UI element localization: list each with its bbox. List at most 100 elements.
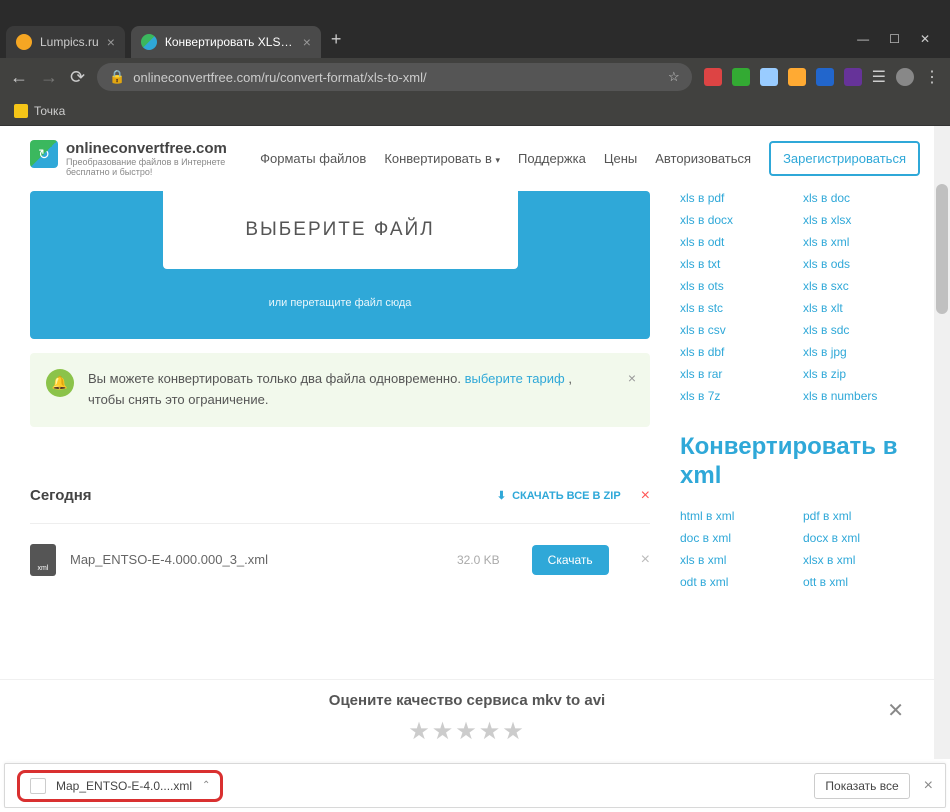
- downloads-bar: Map_ENTSO-E-4.0....xml ⌃ Показать все ×: [4, 763, 946, 808]
- format-link[interactable]: xls в 7z: [680, 389, 787, 403]
- format-link[interactable]: pdf в xml: [803, 509, 910, 523]
- format-link[interactable]: docx в xml: [803, 531, 910, 545]
- format-link[interactable]: xls в jpg: [803, 345, 910, 359]
- browser-title-bar: Lumpics.ru × Конвертировать XLS в XML он…: [0, 20, 950, 58]
- nav-support[interactable]: Поддержка: [518, 151, 586, 166]
- favicon-icon: [141, 34, 157, 50]
- close-window-button[interactable]: ✕: [920, 32, 930, 46]
- select-file-button[interactable]: ВЫБЕРИТЕ ФАЙЛ: [163, 191, 518, 269]
- reading-list-icon[interactable]: ☰: [872, 67, 886, 87]
- format-link[interactable]: html в xml: [680, 509, 787, 523]
- bookmarks-bar: Точка: [0, 96, 950, 126]
- nav-formats[interactable]: Форматы файлов: [260, 151, 366, 166]
- format-link[interactable]: xls в zip: [803, 367, 910, 381]
- tab-title: Конвертировать XLS в XML онл: [165, 35, 295, 49]
- format-link[interactable]: xls в stc: [680, 301, 787, 315]
- close-icon[interactable]: ×: [924, 777, 933, 795]
- close-icon[interactable]: ×: [641, 551, 650, 569]
- tariff-link[interactable]: выберите тариф: [465, 371, 565, 386]
- format-link[interactable]: xls в csv: [680, 323, 787, 337]
- close-icon[interactable]: ×: [303, 34, 311, 50]
- format-link[interactable]: xls в xlsx: [803, 213, 910, 227]
- reload-button[interactable]: ⟳: [70, 67, 85, 88]
- scrollbar[interactable]: [934, 126, 950, 759]
- tab-title: Lumpics.ru: [40, 35, 99, 49]
- show-all-button[interactable]: Показать все: [814, 773, 909, 799]
- section-title: Сегодня: [30, 487, 92, 504]
- notice-text: Вы можете конвертировать только два файл…: [88, 369, 610, 411]
- format-link[interactable]: odt в xml: [680, 575, 787, 589]
- ext-icon[interactable]: [844, 68, 862, 86]
- format-link[interactable]: xls в dbf: [680, 345, 787, 359]
- folder-icon: [14, 104, 28, 118]
- download-filename: Map_ENTSO-E-4.0....xml: [56, 779, 192, 793]
- avatar-icon[interactable]: [896, 68, 914, 86]
- star-icon[interactable]: ☆: [668, 69, 680, 85]
- download-button[interactable]: Скачать: [532, 545, 609, 575]
- upload-area[interactable]: ВЫБЕРИТЕ ФАЙЛ или перетащите файл сюда: [30, 191, 650, 339]
- format-link[interactable]: xls в rar: [680, 367, 787, 381]
- format-link[interactable]: xls в ods: [803, 257, 910, 271]
- rating-title: Оцените качество сервиса mkv to avi: [0, 692, 934, 709]
- ext-icon[interactable]: [816, 68, 834, 86]
- format-links-1: xls в pdf xls в doc xls в docx xls в xlsx xl…: [680, 191, 910, 403]
- tab-lumpics[interactable]: Lumpics.ru ×: [6, 26, 125, 58]
- nav-login[interactable]: Авторизоваться: [655, 151, 751, 166]
- format-link[interactable]: xls в docx: [680, 213, 787, 227]
- nav-convert[interactable]: Конвертировать в ▾: [384, 151, 500, 166]
- forward-button[interactable]: →: [40, 67, 58, 88]
- lock-icon: 🔒: [109, 69, 125, 85]
- format-link[interactable]: xls в odt: [680, 235, 787, 249]
- close-icon[interactable]: ×: [628, 367, 636, 389]
- format-link[interactable]: xls в numbers: [803, 389, 910, 403]
- scrollbar-thumb[interactable]: [936, 184, 948, 314]
- format-link[interactable]: xls в xml: [680, 553, 787, 567]
- ext-icon[interactable]: [760, 68, 778, 86]
- new-tab-button[interactable]: +: [331, 29, 342, 50]
- file-row: xml Map_ENTSO-E-4.000.000_3_.xml 32.0 KB…: [30, 523, 650, 596]
- format-link[interactable]: xls в sdc: [803, 323, 910, 337]
- main-nav: Форматы файлов Конвертировать в ▾ Поддер…: [260, 141, 920, 176]
- sidebar-heading: Конвертировать в xml: [680, 433, 910, 491]
- format-link[interactable]: xlsx в xml: [803, 553, 910, 567]
- format-link[interactable]: xls в pdf: [680, 191, 787, 205]
- format-link[interactable]: xls в xlt: [803, 301, 910, 315]
- extensions: ☰ ⋮: [704, 67, 940, 87]
- tab-onlineconvert[interactable]: Конвертировать XLS в XML онл ×: [131, 26, 321, 58]
- logo-title: onlineconvertfree.com: [66, 140, 236, 157]
- ext-icon[interactable]: [732, 68, 750, 86]
- favicon-icon: [16, 34, 32, 50]
- chevron-down-icon: ▾: [495, 155, 500, 165]
- format-link[interactable]: xls в doc: [803, 191, 910, 205]
- download-all-zip-link[interactable]: ⬇ СКАЧАТЬ ВСЕ В ZIP: [497, 489, 621, 502]
- close-icon[interactable]: ×: [641, 487, 650, 505]
- close-icon[interactable]: ✕: [887, 698, 904, 723]
- file-size: 32.0 KB: [457, 553, 500, 567]
- format-link[interactable]: xls в txt: [680, 257, 787, 271]
- format-link[interactable]: ott в xml: [803, 575, 910, 589]
- back-button[interactable]: ←: [10, 67, 28, 88]
- download-item[interactable]: Map_ENTSO-E-4.0....xml ⌃: [17, 770, 223, 802]
- site-header: ↻ onlineconvertfree.com Преобразование ф…: [0, 126, 950, 191]
- file-name: Map_ENTSO-E-4.000.000_3_.xml: [70, 552, 443, 567]
- rating-panel: Оцените качество сервиса mkv to avi ★★★★…: [0, 679, 934, 759]
- ext-icon[interactable]: [704, 68, 722, 86]
- minimize-button[interactable]: —: [857, 32, 869, 46]
- format-link[interactable]: doc в xml: [680, 531, 787, 545]
- menu-icon[interactable]: ⋮: [924, 67, 940, 87]
- format-link[interactable]: xls в sxc: [803, 279, 910, 293]
- nav-prices[interactable]: Цены: [604, 151, 637, 166]
- format-link[interactable]: xls в xml: [803, 235, 910, 249]
- ext-icon[interactable]: [788, 68, 806, 86]
- chevron-up-icon[interactable]: ⌃: [202, 780, 210, 791]
- maximize-button[interactable]: ☐: [889, 32, 900, 46]
- format-link[interactable]: xls в ots: [680, 279, 787, 293]
- bookmark-item[interactable]: Точка: [34, 104, 65, 118]
- site-logo[interactable]: ↻ onlineconvertfree.com Преобразование ф…: [30, 140, 236, 177]
- register-button[interactable]: Зарегистрироваться: [769, 141, 920, 176]
- close-icon[interactable]: ×: [107, 34, 115, 50]
- bell-icon: 🔔: [46, 369, 74, 397]
- page-content: ↻ onlineconvertfree.com Преобразование ф…: [0, 126, 950, 759]
- address-input[interactable]: 🔒 onlineconvertfree.com/ru/convert-forma…: [97, 63, 692, 91]
- rating-stars[interactable]: ★★★★★: [0, 717, 934, 746]
